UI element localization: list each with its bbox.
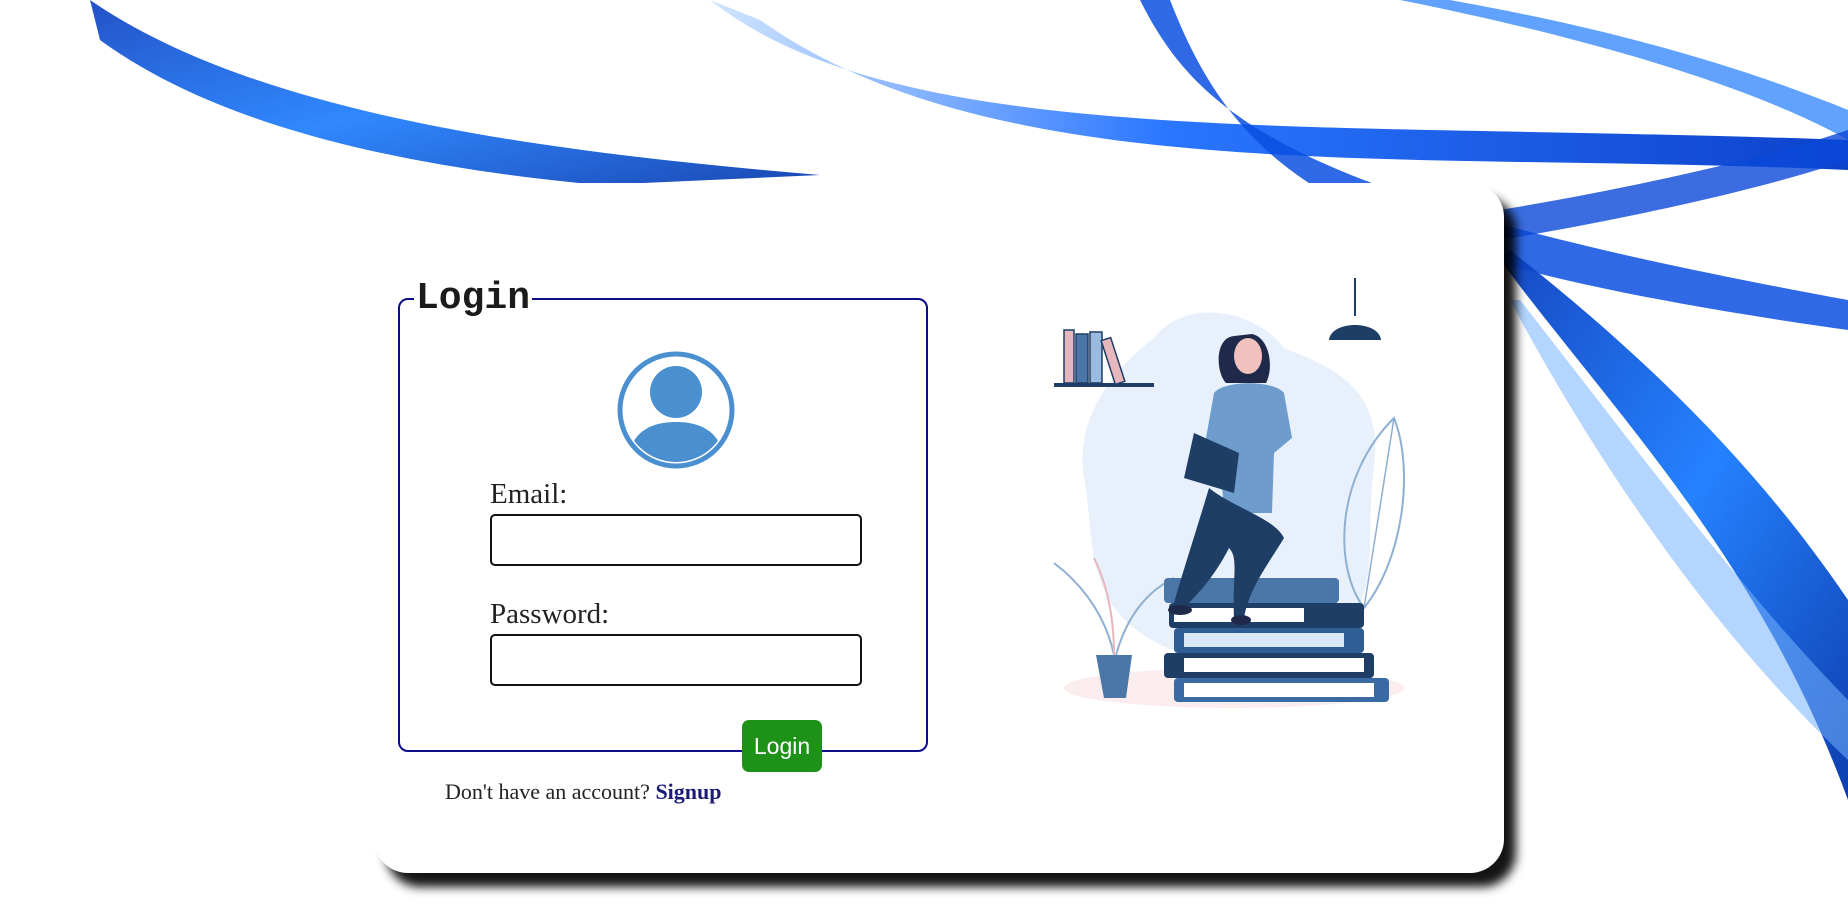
- signup-prompt-text: Don't have an account?: [445, 779, 650, 804]
- login-fieldset: Login Email: Password: Login: [398, 277, 928, 772]
- login-card: Login Email: Password: Login Don't have …: [374, 183, 1504, 873]
- signup-link[interactable]: Signup: [655, 779, 721, 804]
- user-avatar-icon: [617, 351, 735, 469]
- email-label: Email:: [490, 478, 568, 510]
- login-button[interactable]: Login: [742, 720, 822, 772]
- email-input[interactable]: [490, 514, 862, 566]
- login-legend: Login: [416, 277, 531, 320]
- password-input[interactable]: [490, 634, 862, 686]
- signup-prompt: Don't have an account? Signup: [445, 779, 722, 805]
- reading-illustration: [1053, 278, 1405, 708]
- password-label: Password:: [490, 598, 610, 630]
